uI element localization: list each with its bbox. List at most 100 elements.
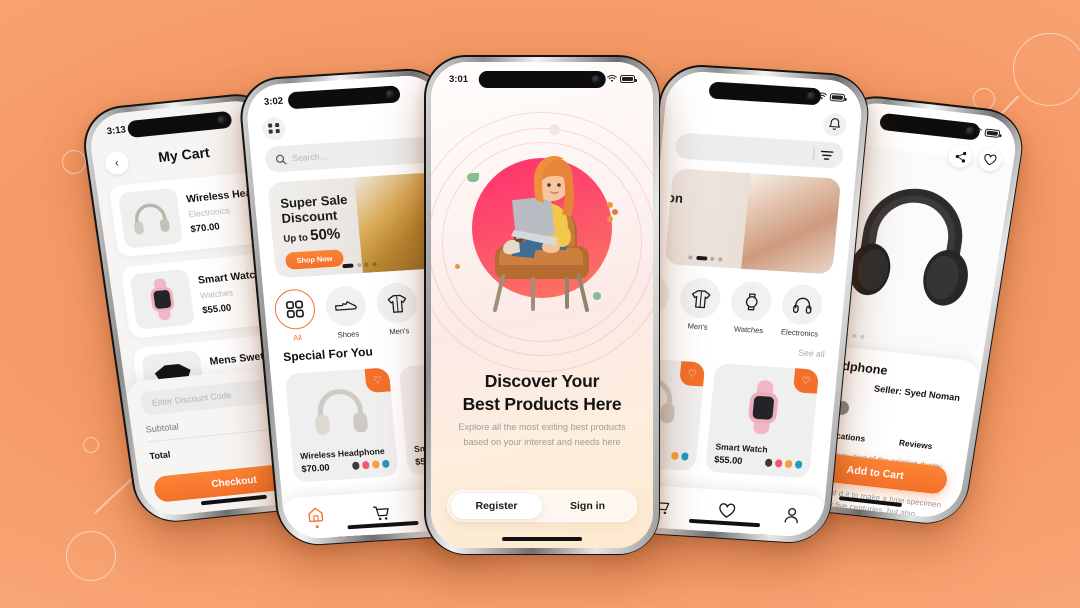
deco-dot-white [549, 124, 560, 135]
category-label: Men's [687, 321, 709, 332]
deco-circle-bottom-left [66, 531, 116, 581]
onboarding-screen: 3:01 •••• [431, 62, 653, 548]
user-icon [784, 507, 798, 524]
signin-button[interactable]: Sign in [542, 493, 633, 519]
onboarding-subtitle: Explore all the most exiting best produc… [451, 420, 633, 450]
color-swatches[interactable] [764, 458, 803, 469]
banner-sub: % for [664, 209, 681, 221]
product-price: $70.00 [300, 462, 330, 475]
tab-profile[interactable] [783, 507, 799, 524]
search-input[interactable]: Search... [264, 136, 435, 173]
color-swatches[interactable] [670, 451, 689, 461]
product-card[interactable]: ♡ Smart Watch $55.00 [705, 363, 820, 479]
banner-line3: Up to 50% [283, 224, 352, 245]
search-placeholder: Search... [291, 151, 328, 164]
onboarding-title: Discover Your Best Products Here [431, 370, 653, 416]
share-icon[interactable] [947, 143, 974, 169]
deco-dot-orange-small [455, 264, 460, 269]
heart-icon[interactable] [976, 147, 1004, 173]
grid-menu-icon[interactable] [261, 116, 287, 141]
tab-reviews[interactable]: Reviews [898, 438, 933, 452]
heart-icon [718, 503, 735, 518]
search-icon [275, 153, 287, 165]
filter-icon[interactable] [820, 149, 834, 161]
category-label: Shoes [337, 329, 360, 340]
battery-icon [984, 128, 1001, 139]
product-list: ♡ hone ♡ [625, 356, 857, 481]
headphone-icon [117, 187, 184, 249]
cart-item-name: Smart Watch [197, 268, 263, 287]
category-all[interactable]: All [273, 288, 318, 343]
category-label: Men's [388, 326, 410, 337]
product-card[interactable]: ♡ Wireless Headphone $70.00 [284, 367, 399, 483]
deco-circle-top-right [1013, 33, 1080, 106]
home-dynamic-island [287, 85, 401, 110]
onboarding-subtitle-line1: Explore all the most exiting best produc… [458, 422, 626, 432]
woman-armchair-figure [467, 148, 617, 328]
register-button[interactable]: Register [451, 493, 542, 519]
shop-dynamic-island [708, 81, 822, 106]
watch-icon [729, 280, 774, 323]
promo-banner[interactable]: Super Sale Discount Up to 50% Shop Now [267, 172, 444, 279]
headphone-icon [780, 283, 825, 326]
search-input[interactable] [674, 132, 845, 169]
product-price: $55.00 [713, 454, 743, 467]
category-shoes[interactable]: Shoes [324, 284, 369, 340]
heart-icon[interactable]: ♡ [364, 367, 391, 393]
divider [812, 148, 815, 161]
onboarding-title-line2: Best Products Here [462, 394, 622, 415]
product-seller: Seller: Syed Noman [873, 383, 961, 403]
onboarding-subtitle-line2: based on your interest and needs here [463, 436, 621, 447]
shirt-icon [678, 277, 723, 320]
watch-icon [129, 268, 196, 331]
shoe-icon [324, 284, 368, 328]
phone-mockup-onboarding: 3:01 •••• [424, 55, 660, 555]
cart-item-category: Watches [199, 287, 234, 301]
cart-status-time: 3:13 [105, 123, 127, 137]
subtotal-label: Subtotal [145, 421, 180, 435]
tab-wishlist[interactable] [717, 503, 735, 520]
heart-icon[interactable]: ♡ [792, 368, 820, 394]
category-label: All [292, 332, 303, 343]
banner-percent: 50% [309, 225, 341, 244]
banner-upto: Up to [283, 231, 311, 245]
heart-icon[interactable]: ♡ [679, 361, 706, 387]
tab-home[interactable] [307, 506, 325, 529]
category-mens[interactable]: Men's [374, 281, 420, 337]
home-indicator [502, 537, 582, 541]
category-label: Watches [733, 324, 764, 336]
deco-circle-bottom-left-small [83, 437, 99, 453]
banner-title: ection [664, 188, 684, 206]
deco-circle-left [62, 150, 86, 174]
onboarding-status-time: 3:01 [449, 73, 469, 85]
category-mens[interactable]: Men's [677, 277, 723, 332]
banner-pager[interactable] [688, 255, 723, 262]
banner-image [741, 173, 842, 275]
shirt-icon [374, 281, 419, 325]
auth-toggle: Register Sign in [447, 490, 637, 522]
banner-line2: Discount [280, 207, 338, 227]
bell-icon[interactable] [822, 112, 848, 137]
see-all-link[interactable]: See all [798, 347, 825, 359]
shop-screen: •••• ection [625, 69, 865, 539]
shop-now-button[interactable]: Shop Now [284, 248, 345, 270]
home-icon [308, 507, 324, 522]
color-swatches[interactable] [351, 459, 390, 470]
onboarding-title-line1: Discover Your [484, 371, 600, 391]
category-label: Electronics [780, 327, 819, 339]
cart-dynamic-island [126, 110, 233, 139]
battery-icon [829, 93, 846, 102]
category-watches[interactable]: Watches [728, 280, 774, 336]
promo-banner[interactable]: ection % for action [664, 168, 842, 275]
total-label: Total [148, 449, 172, 462]
tab-cart[interactable] [372, 505, 390, 522]
discount-placeholder: Enter Discount Code [151, 389, 232, 408]
home-toolbar [261, 107, 431, 141]
section-title: Special For You [282, 344, 374, 365]
onboarding-illustration [431, 112, 653, 374]
grid-icon [273, 288, 317, 331]
category-electronics[interactable]: Electronics [779, 283, 825, 339]
shop-toolbar [677, 103, 848, 137]
banner-sub2: action [664, 222, 680, 234]
cart-icon [372, 506, 389, 521]
